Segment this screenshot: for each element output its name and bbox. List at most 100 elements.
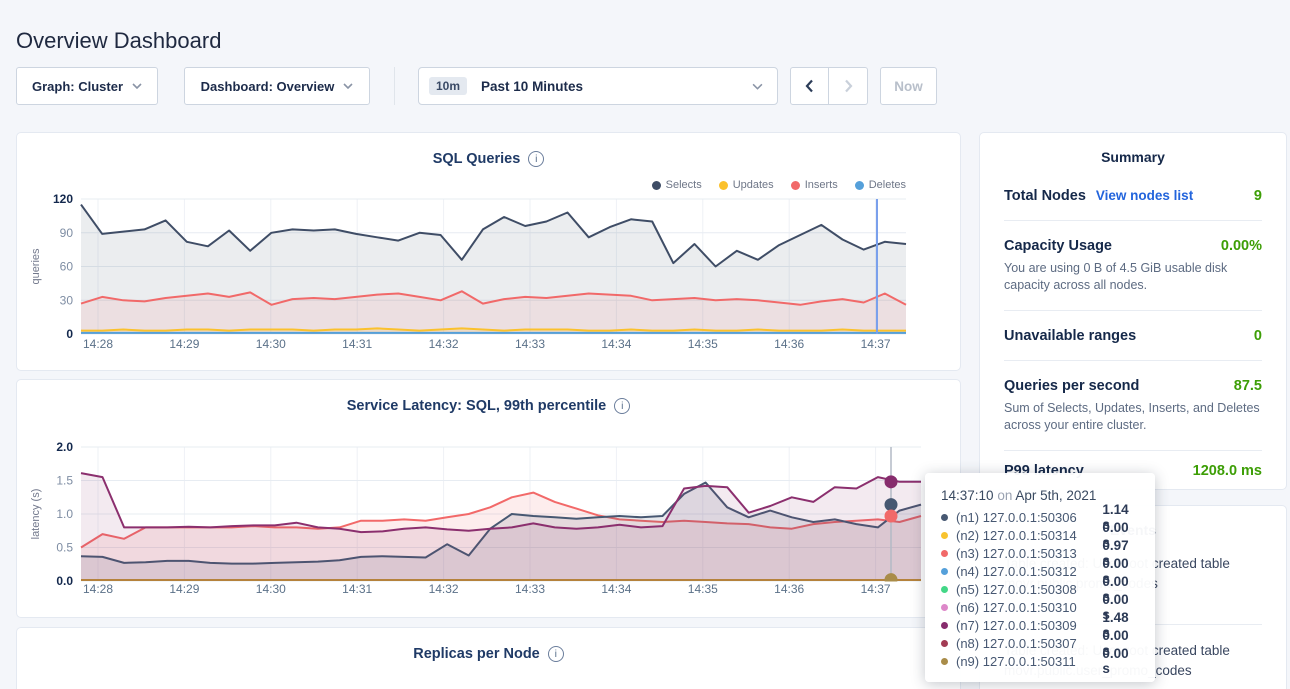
service-latency-chart[interactable]: 14:2814:2914:3014:3114:3214:3314:3414:35… bbox=[17, 436, 962, 613]
node-address: (n4) 127.0.0.1:50312 bbox=[956, 564, 1102, 579]
chevron-down-icon bbox=[132, 83, 142, 89]
time-nav-buttons bbox=[790, 67, 868, 105]
svg-text:14:28: 14:28 bbox=[83, 582, 113, 596]
summary-label: Capacity Usage bbox=[1004, 238, 1112, 254]
time-next-button[interactable] bbox=[829, 67, 868, 105]
svg-text:14:34: 14:34 bbox=[601, 582, 631, 596]
svg-text:14:35: 14:35 bbox=[688, 582, 718, 596]
summary-panel: Summary Total Nodes View nodes list 9 Capac… bbox=[979, 132, 1287, 490]
chart-tooltip: 14:37:10 on Apr 5th, 2021 (n1) 127.0.0.1… bbox=[925, 473, 1155, 682]
node-address: (n9) 127.0.0.1:50311 bbox=[956, 654, 1102, 669]
chart-title-text: SQL Queries bbox=[433, 151, 521, 167]
summary-value: 9 bbox=[1254, 188, 1262, 204]
summary-label: Unavailable ranges bbox=[1004, 328, 1136, 344]
svg-text:14:29: 14:29 bbox=[169, 337, 199, 351]
svg-text:14:29: 14:29 bbox=[169, 582, 199, 596]
summary-row: Capacity Usage 0.00% You are using 0 B of … bbox=[1004, 221, 1262, 311]
svg-text:14:31: 14:31 bbox=[342, 582, 372, 596]
service-latency-chart-title: Service Latency: SQL, 99th percentile i bbox=[17, 380, 960, 414]
summary-label: Queries per second bbox=[1004, 378, 1139, 394]
svg-text:60: 60 bbox=[60, 260, 74, 274]
tooltip-node-row: (n9) 127.0.0.1:503110.00 s bbox=[941, 652, 1139, 670]
svg-text:1.0: 1.0 bbox=[56, 507, 73, 521]
time-prev-button[interactable] bbox=[790, 67, 829, 105]
summary-description: Sum of Selects, Updates, Inserts, and De… bbox=[1004, 400, 1262, 434]
svg-text:14:35: 14:35 bbox=[688, 337, 718, 351]
replicas-per-node-card: Replicas per Node i bbox=[16, 627, 961, 689]
node-color-dot bbox=[941, 604, 948, 611]
node-address: (n1) 127.0.0.1:50306 bbox=[956, 510, 1102, 525]
sql-queries-chart[interactable]: 14:28 14:29 14:30 14:31 14:32 14:33 14:34 14:35… bbox=[17, 189, 962, 366]
now-button[interactable]: Now bbox=[880, 67, 937, 105]
sql-queries-chart-title: SQL Queries i bbox=[17, 133, 960, 167]
chevron-down-icon bbox=[343, 83, 353, 89]
node-color-dot bbox=[941, 640, 948, 647]
svg-text:14:33: 14:33 bbox=[515, 337, 545, 351]
graph-dropdown[interactable]: Graph: Cluster bbox=[16, 67, 158, 105]
svg-text:0: 0 bbox=[66, 327, 73, 341]
summary-row-head: Unavailable ranges 0 bbox=[1004, 328, 1262, 344]
summary-label: Total Nodes bbox=[1004, 188, 1086, 204]
node-color-dot bbox=[941, 658, 948, 665]
dashboard-dropdown[interactable]: Dashboard: Overview bbox=[184, 67, 370, 105]
node-color-dot bbox=[941, 550, 948, 557]
summary-row: Total Nodes View nodes list 9 bbox=[1004, 171, 1262, 221]
svg-text:14:36: 14:36 bbox=[774, 337, 804, 351]
svg-text:14:37: 14:37 bbox=[861, 337, 891, 351]
summary-row: Unavailable ranges 0 bbox=[1004, 311, 1262, 361]
info-icon[interactable]: i bbox=[548, 646, 564, 662]
svg-text:14:37: 14:37 bbox=[861, 582, 891, 596]
summary-row-head: Total Nodes View nodes list 9 bbox=[1004, 188, 1262, 204]
svg-text:14:32: 14:32 bbox=[429, 582, 459, 596]
dashboard-dropdown-label: Dashboard: Overview bbox=[201, 79, 335, 94]
svg-text:14:32: 14:32 bbox=[429, 337, 459, 351]
node-color-dot bbox=[941, 568, 948, 575]
summary-value: 0.00% bbox=[1221, 238, 1262, 254]
info-icon[interactable]: i bbox=[528, 151, 544, 167]
node-color-dot bbox=[941, 586, 948, 593]
svg-text:latency (s): latency (s) bbox=[30, 489, 42, 540]
summary-heading: Summary bbox=[980, 133, 1286, 165]
svg-text:120: 120 bbox=[53, 192, 73, 206]
summary-description: You are using 0 B of 4.5 GiB usable disk… bbox=[1004, 260, 1262, 294]
chart-title-text: Replicas per Node bbox=[413, 646, 540, 662]
node-address: (n3) 127.0.0.1:50313 bbox=[956, 546, 1102, 561]
node-latency-value: 0.00 s bbox=[1102, 646, 1139, 676]
time-range-badge: 10m bbox=[429, 77, 467, 95]
svg-text:1.5: 1.5 bbox=[56, 474, 73, 488]
page-title: Overview Dashboard bbox=[16, 28, 221, 54]
svg-text:14:36: 14:36 bbox=[774, 582, 804, 596]
node-color-dot bbox=[941, 514, 948, 521]
summary-value: 0 bbox=[1254, 328, 1262, 344]
node-color-dot bbox=[941, 622, 948, 629]
summary-row-head: Capacity Usage 0.00% bbox=[1004, 238, 1262, 254]
graph-dropdown-label: Graph: Cluster bbox=[32, 79, 123, 94]
chart-title-text: Service Latency: SQL, 99th percentile bbox=[347, 398, 607, 414]
summary-row: Queries per second 87.5 Sum of Selects, Up… bbox=[1004, 361, 1262, 451]
svg-text:14:30: 14:30 bbox=[256, 337, 286, 351]
svg-text:2.0: 2.0 bbox=[56, 440, 73, 454]
svg-text:14:34: 14:34 bbox=[601, 337, 631, 351]
summary-row-head: Queries per second 87.5 bbox=[1004, 378, 1262, 394]
service-latency-card: Service Latency: SQL, 99th percentile i … bbox=[16, 379, 961, 618]
view-nodes-link[interactable]: View nodes list bbox=[1096, 188, 1193, 203]
replicas-chart-title: Replicas per Node i bbox=[17, 628, 960, 662]
chevron-left-icon bbox=[805, 79, 814, 93]
node-address: (n7) 127.0.0.1:50309 bbox=[956, 618, 1102, 633]
summary-value: 1208.0 ms bbox=[1193, 463, 1262, 479]
svg-text:30: 30 bbox=[60, 293, 74, 307]
node-address: (n2) 127.0.0.1:50314 bbox=[956, 528, 1102, 543]
svg-text:14:28: 14:28 bbox=[83, 337, 113, 351]
svg-text:14:30: 14:30 bbox=[256, 582, 286, 596]
svg-text:0.5: 0.5 bbox=[56, 541, 73, 555]
svg-text:14:31: 14:31 bbox=[342, 337, 372, 351]
info-icon[interactable]: i bbox=[614, 398, 630, 414]
time-range-selector[interactable]: 10m Past 10 Minutes bbox=[418, 67, 778, 105]
summary-value: 87.5 bbox=[1234, 378, 1262, 394]
svg-text:90: 90 bbox=[60, 226, 74, 240]
sql-queries-card: SQL Queries i SelectsUpdatesInsertsDelet… bbox=[16, 132, 961, 371]
toolbar-divider bbox=[394, 67, 395, 105]
overview-dashboard-page: { "page": { "title": "Overview Dashboard… bbox=[0, 0, 1290, 689]
chevron-down-icon bbox=[752, 83, 763, 90]
node-address: (n8) 127.0.0.1:50307 bbox=[956, 636, 1102, 651]
